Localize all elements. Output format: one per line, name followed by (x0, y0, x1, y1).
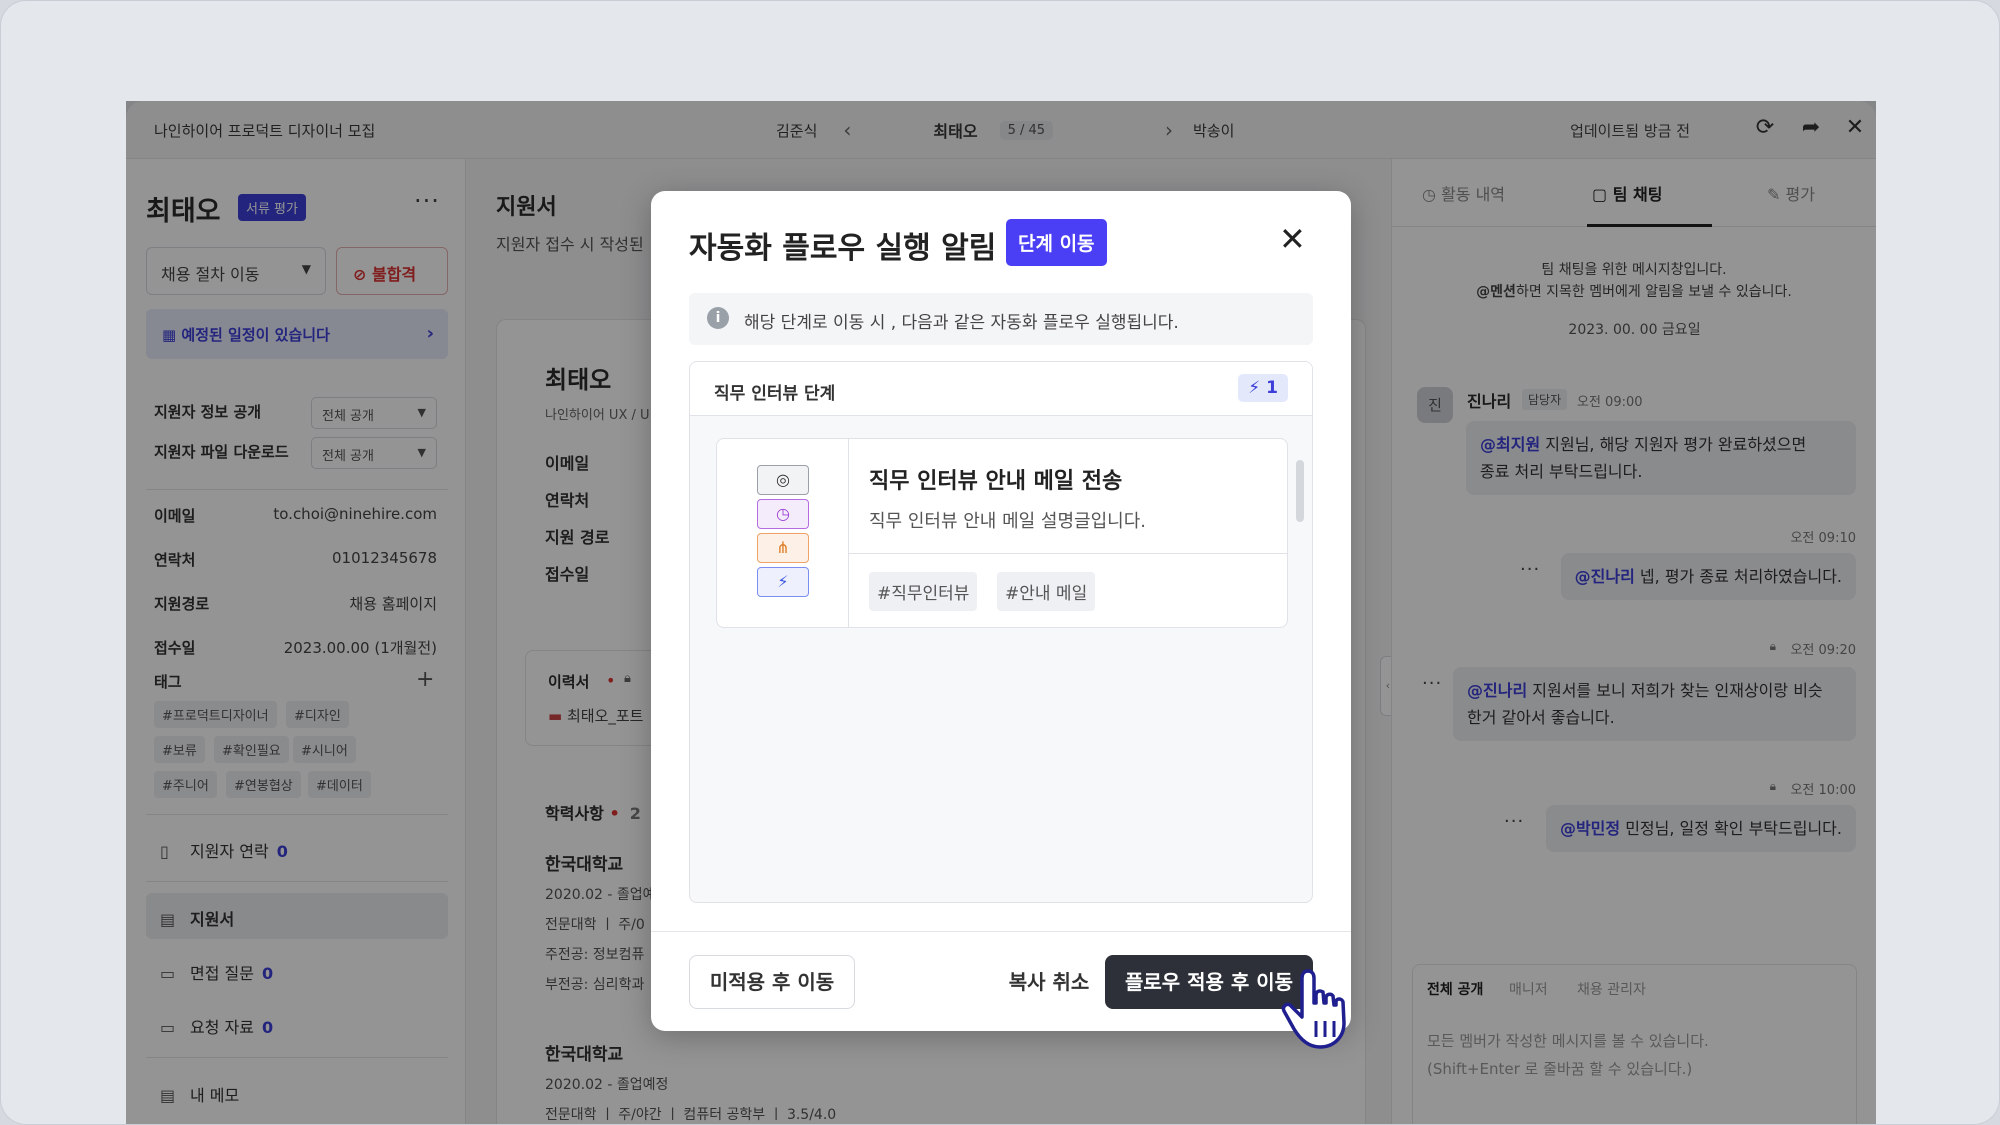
stage-move-badge: 단계 이동 (1006, 219, 1107, 266)
clock-icon: ◷ (757, 499, 809, 529)
screen: 나인하이어 프로덕트 디자이너 모집 김준식 ‹ 최태오 5 / 45 › 박송… (0, 0, 2000, 1125)
scrollbar[interactable] (1296, 460, 1304, 522)
info-icon: i (707, 307, 729, 329)
flow-panel: 직무 인터뷰 단계 ⚡ 1 ◎ ◷ ⋔ ⚡ 직무 인터뷰 안내 메일 전송 직무… (689, 361, 1313, 903)
flow-description: 직무 인터뷰 안내 메일 설명글입니다. (869, 511, 1147, 532)
cancel-button[interactable]: 복사 취소 (989, 955, 1109, 1009)
flow-card[interactable]: ◎ ◷ ⋔ ⚡ 직무 인터뷰 안내 메일 전송 직무 인터뷰 안내 메일 설명글… (716, 438, 1288, 628)
flow-count-badge: ⚡ 1 (1238, 374, 1288, 402)
modal-title: 자동화 플로우 실행 알림 (689, 231, 997, 266)
flow-stage-title: 직무 인터뷰 단계 (714, 384, 836, 404)
move-without-flow-button[interactable]: 미적용 후 이동 (689, 955, 855, 1009)
modal-info-text: 해당 단계로 이동 시 , 다음과 같은 자동화 플로우 실행됩니다. (744, 313, 1179, 333)
flow-count: 1 (1266, 378, 1278, 398)
modal-info: i 해당 단계로 이동 시 , 다음과 같은 자동화 플로우 실행됩니다. (689, 293, 1313, 345)
automation-flow-modal: 자동화 플로우 실행 알림 단계 이동 ✕ i 해당 단계로 이동 시 , 다음… (651, 191, 1351, 1031)
close-icon[interactable]: ✕ (1279, 223, 1306, 255)
divider (651, 931, 1351, 932)
lightning-icon: ⚡ (757, 567, 809, 597)
divider (849, 553, 1287, 554)
flow-tag: #직무인터뷰 (869, 572, 978, 611)
flow-title: 직무 인터뷰 안내 메일 전송 (869, 469, 1123, 494)
flow-icon-column: ◎ ◷ ⋔ ⚡ (717, 439, 849, 627)
flow-tag: #안내 메일 (997, 572, 1096, 611)
hand-pointer-icon (1281, 969, 1346, 1049)
branch-icon: ⋔ (757, 533, 809, 563)
flow-panel-header: 직무 인터뷰 단계 ⚡ 1 (690, 362, 1312, 416)
target-icon: ◎ (757, 465, 809, 495)
lightning-icon: ⚡ (1248, 378, 1261, 398)
